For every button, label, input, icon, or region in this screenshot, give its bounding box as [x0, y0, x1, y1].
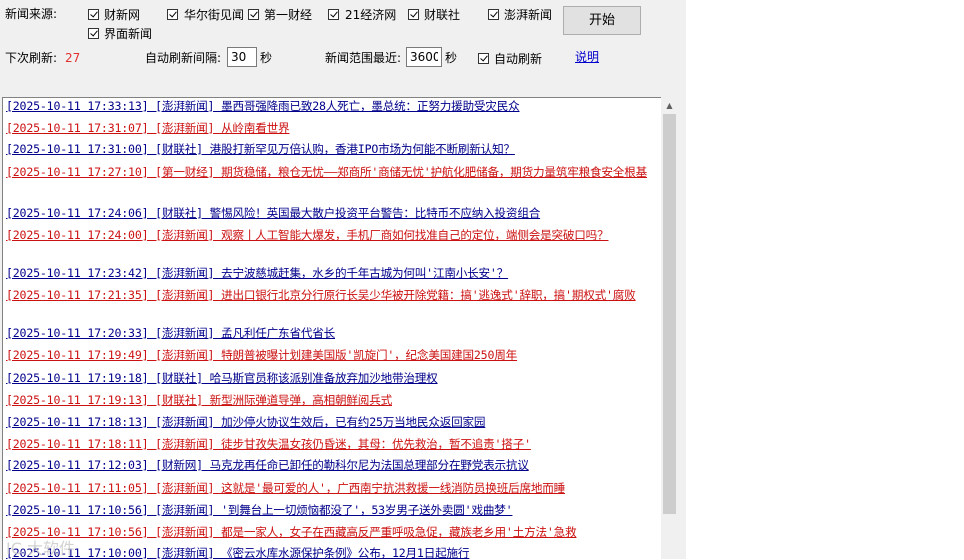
news-item[interactable]: [2025-10-11 17:18:11] [澎湃新闻] 徒步甘孜失温女孩仍昏迷…: [3, 437, 661, 452]
news-item[interactable]: [2025-10-11 17:24:06] [财联社] 警惕风险！英国最大散户投…: [3, 206, 661, 221]
sources-label: 新闻来源:: [5, 7, 58, 21]
news-item[interactable]: [2025-10-11 17:21:35] [澎湃新闻] 进出口银行北京分行原行…: [3, 288, 661, 303]
source-checkbox-21jingji[interactable]: [328, 9, 339, 20]
news-item[interactable]: [2025-10-11 17:23:42] [澎湃新闻] 去宁波慈城赶集，水乡的…: [3, 266, 661, 281]
next-refresh-value: 27: [65, 51, 81, 65]
interval-label: 自动刷新间隔:: [145, 51, 222, 65]
news-item[interactable]: [2025-10-11 17:24:00] [澎湃新闻] 观察丨人工智能大爆发，…: [3, 228, 661, 243]
next-refresh-label: 下次刷新:: [5, 51, 58, 65]
interval-unit: 秒: [260, 51, 273, 65]
auto-refresh-checkbox[interactable]: [478, 53, 489, 64]
scrollbar-thumb[interactable]: [663, 114, 676, 514]
news-item[interactable]: [2025-10-11 17:19:49] [澎湃新闻] 特朗普被曝计划建美国版…: [3, 348, 661, 363]
news-item[interactable]: [2025-10-11 17:12:03] [财新网] 马克龙再任命已卸任的勒科…: [3, 458, 661, 473]
source-checkbox-caixin[interactable]: [88, 9, 99, 20]
news-item[interactable]: [2025-10-11 17:10:56] [澎湃新闻] 都是一家人，女子在西藏…: [3, 525, 661, 540]
start-button[interactable]: 开始: [563, 6, 641, 35]
news-item[interactable]: [2025-10-11 17:10:56] [澎湃新闻] '到舞台上一切烦恼都没…: [3, 503, 661, 518]
news-list: [2025-10-11 17:33:13] [澎湃新闻] 墨西哥强降雨已致28人…: [2, 97, 662, 560]
news-item[interactable]: [2025-10-11 17:31:00] [财联社] 港股打新罕见万倍认购，香…: [3, 142, 661, 157]
news-item[interactable]: [2025-10-11 17:33:13] [澎湃新闻] 墨西哥强降雨已致28人…: [3, 99, 661, 114]
news-item[interactable]: [2025-10-11 17:20:33] [澎湃新闻] 孟凡利任广东省代省长: [3, 326, 661, 341]
scroll-up-arrow-icon[interactable]: ▲: [661, 97, 678, 114]
source-label-caixin[interactable]: 财新网: [104, 8, 140, 22]
news-item[interactable]: [2025-10-11 17:18:13] [澎湃新闻] 加沙停火协议生效后，已…: [3, 415, 661, 430]
source-checkbox-thepaper[interactable]: [488, 9, 499, 20]
source-label-thepaper[interactable]: 澎湃新闻: [504, 8, 552, 22]
help-link[interactable]: 说明: [575, 50, 599, 64]
news-list-scrollbar[interactable]: ▲: [661, 97, 678, 559]
news-item[interactable]: [2025-10-11 17:31:07] [澎湃新闻] 从岭南看世界: [3, 121, 661, 136]
range-input[interactable]: [406, 47, 442, 67]
source-label-wallstreetcn[interactable]: 华尔街见闻: [184, 8, 244, 22]
source-checkbox-yicai[interactable]: [248, 9, 259, 20]
source-checkbox-cls[interactable]: [408, 9, 419, 20]
watermark-logo: IC 大软件: [6, 539, 75, 558]
news-item[interactable]: [2025-10-11 17:19:18] [财联社] 哈马斯官员称该派别准备放…: [3, 371, 661, 386]
interval-input[interactable]: [227, 47, 257, 67]
source-checkbox-jiemian[interactable]: [88, 28, 99, 39]
source-checkbox-wallstreetcn[interactable]: [167, 9, 178, 20]
news-item[interactable]: [2025-10-11 17:11:05] [澎湃新闻] 这就是'最可爱的人'，…: [3, 481, 661, 496]
range-label: 新闻范围最近:: [325, 51, 402, 65]
source-label-jiemian[interactable]: 界面新闻: [104, 27, 152, 41]
range-unit: 秒: [445, 51, 458, 65]
source-label-yicai[interactable]: 第一财经: [264, 8, 312, 22]
source-label-21jingji[interactable]: 21经济网: [345, 8, 396, 22]
news-item[interactable]: [2025-10-11 17:10:00] [澎湃新闻] 《密云水库水源保护条例…: [3, 546, 661, 560]
source-label-cls[interactable]: 财联社: [424, 8, 460, 22]
news-item[interactable]: [2025-10-11 17:19:13] [财联社] 新型洲际弹道导弹，高相朝…: [3, 393, 661, 408]
auto-refresh-label[interactable]: 自动刷新: [494, 52, 542, 66]
news-item[interactable]: [2025-10-11 17:27:10] [第一财经] 期货稳储，粮仓无忧——…: [3, 165, 661, 180]
